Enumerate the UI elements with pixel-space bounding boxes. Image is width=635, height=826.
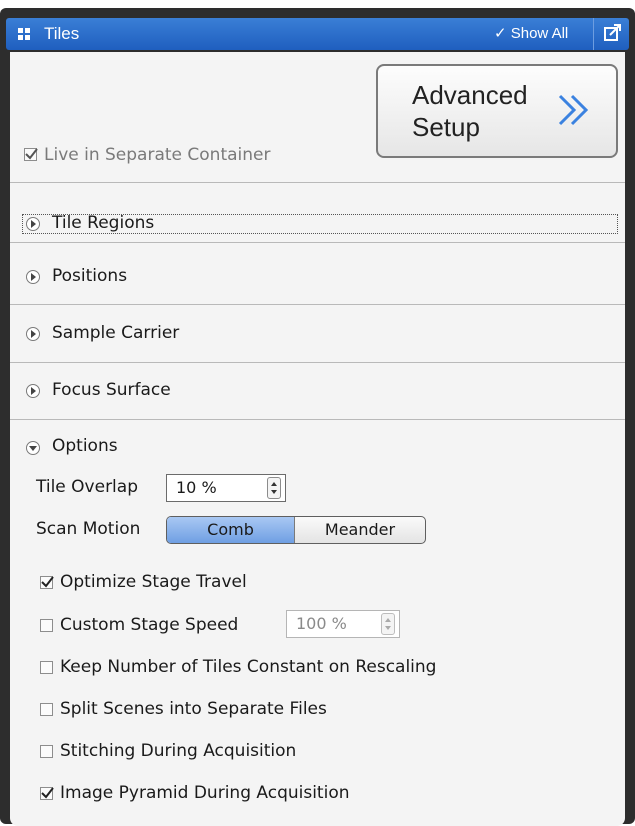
title-bar: Tiles ✓ Show All: [6, 18, 629, 50]
custom-stage-speed-spinner[interactable]: 100 %: [286, 610, 400, 638]
divider: [10, 242, 625, 243]
tiles-panel: Advanced Setup Live in Separate Containe…: [10, 52, 625, 826]
section-positions[interactable]: Positions: [52, 266, 127, 286]
window-title: Tiles: [44, 24, 80, 43]
optimize-stage-travel-checkbox[interactable]: [40, 576, 54, 589]
divider: [10, 304, 625, 305]
tile-overlap-spinner[interactable]: 10 %: [166, 474, 286, 502]
expand-arrow-icon[interactable]: [26, 270, 40, 284]
checkmark-icon: [41, 576, 54, 588]
scan-motion-comb[interactable]: Comb: [167, 517, 294, 543]
title-bar-separator: [593, 18, 594, 50]
section-tile-regions[interactable]: Tile Regions: [52, 213, 154, 233]
advanced-setup-button[interactable]: Advanced Setup: [376, 64, 618, 158]
image-pyramid-label: Image Pyramid During Acquisition: [60, 783, 350, 803]
stitching-checkbox[interactable]: [40, 745, 53, 758]
checkmark-icon: [25, 148, 38, 160]
double-chevron-right-icon: [558, 94, 589, 126]
keep-tiles-constant-label: Keep Number of Tiles Constant on Rescali…: [60, 657, 437, 677]
live-separate-label: Live in Separate Container: [44, 145, 271, 165]
expand-arrow-icon[interactable]: [26, 384, 40, 398]
divider: [10, 362, 625, 363]
split-scenes-label: Split Scenes into Separate Files: [60, 699, 327, 719]
spinner-arrows-icon: [381, 613, 395, 635]
spinner-arrows-icon[interactable]: [267, 477, 281, 499]
stitching-label: Stitching During Acquisition: [60, 741, 297, 761]
show-all-button[interactable]: ✓ Show All: [494, 24, 568, 42]
expand-arrow-icon[interactable]: [26, 327, 40, 341]
tiles-window: Tiles ✓ Show All Advanced Setup Live in …: [0, 8, 635, 826]
expand-arrow-icon[interactable]: [26, 217, 40, 231]
section-sample-carrier[interactable]: Sample Carrier: [52, 323, 179, 343]
advanced-setup-label-line2: Setup: [412, 112, 480, 142]
live-separate-checkbox[interactable]: [24, 148, 38, 161]
collapse-arrow-icon[interactable]: [26, 441, 40, 455]
checkmark-icon: [41, 787, 54, 799]
split-scenes-checkbox[interactable]: [40, 703, 53, 716]
undock-icon[interactable]: [604, 24, 622, 42]
section-focus-surface[interactable]: Focus Surface: [52, 380, 171, 400]
divider: [10, 182, 625, 183]
tile-overlap-label: Tile Overlap: [36, 477, 138, 497]
scan-motion-label: Scan Motion: [36, 519, 141, 539]
custom-stage-speed-checkbox[interactable]: [40, 619, 53, 632]
scan-motion-toggle: Comb Meander: [166, 516, 426, 544]
divider: [10, 419, 625, 420]
top-edge-strip: [0, 0, 635, 8]
image-pyramid-checkbox[interactable]: [40, 787, 54, 800]
tiles-icon: [18, 28, 36, 40]
custom-stage-speed-value: 100 %: [296, 614, 347, 633]
section-options[interactable]: Options: [52, 436, 118, 456]
scan-motion-meander[interactable]: Meander: [295, 517, 425, 543]
optimize-stage-travel-label: Optimize Stage Travel: [60, 572, 247, 592]
tile-overlap-value: 10 %: [176, 478, 217, 497]
keep-tiles-constant-checkbox[interactable]: [40, 661, 53, 674]
advanced-setup-label-line1: Advanced: [412, 80, 528, 110]
custom-stage-speed-label: Custom Stage Speed: [60, 615, 239, 635]
